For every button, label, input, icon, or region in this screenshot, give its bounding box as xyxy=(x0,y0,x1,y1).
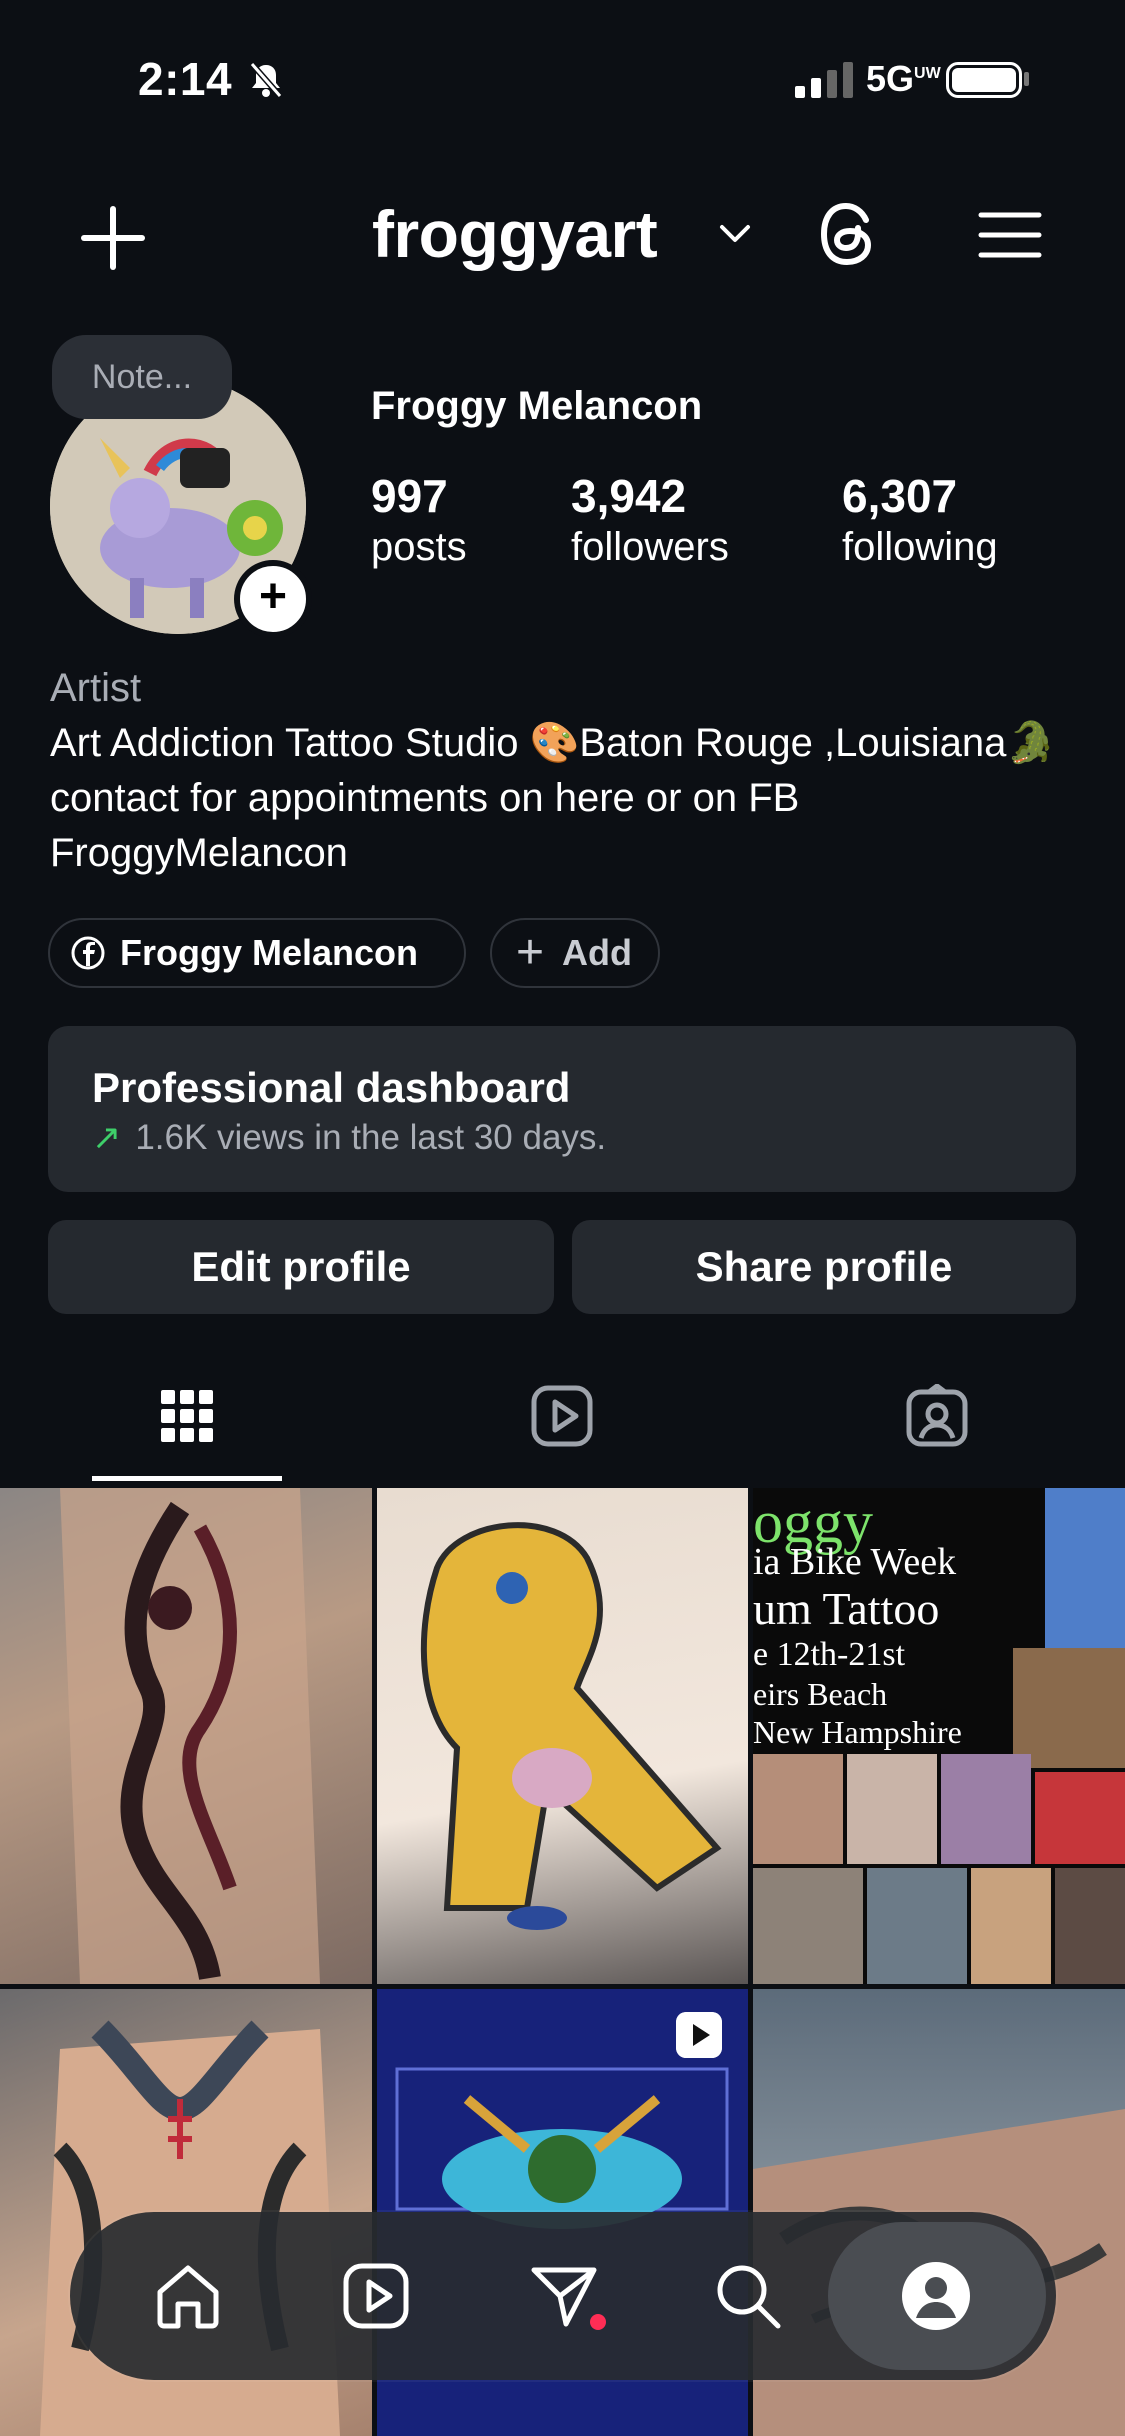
poster-tile xyxy=(971,1868,1051,1984)
poster-tile xyxy=(1055,1868,1125,1984)
stat-followers[interactable]: 3,942 followers xyxy=(571,470,729,572)
create-plus-icon[interactable] xyxy=(80,205,146,271)
stat-following[interactable]: 6,307 following xyxy=(842,470,998,572)
poster-tile xyxy=(1013,1648,1125,1768)
facebook-icon xyxy=(71,936,105,970)
reels-icon[interactable] xyxy=(530,1384,594,1448)
poster-line: e 12th-21st xyxy=(753,1636,906,1673)
poster-line: eirs Beach xyxy=(753,1676,888,1712)
tagged-icon[interactable] xyxy=(905,1384,969,1448)
full-name: Froggy Melancon xyxy=(371,384,703,428)
post-thumbnail-poster[interactable]: oggy ia Bike Week um Tattoo e 12th-21st … xyxy=(753,1488,1125,1984)
battery-icon xyxy=(946,62,1022,98)
notification-dot xyxy=(590,2314,606,2330)
poster-tile xyxy=(753,1868,863,1984)
poster-line: ia Bike Week xyxy=(753,1541,957,1583)
bio-text: Art Addiction Tattoo Studio 🎨Baton Rouge… xyxy=(50,721,1057,875)
grid-icon[interactable] xyxy=(155,1384,219,1448)
tattoo-image xyxy=(60,1488,320,1984)
search-icon[interactable] xyxy=(712,2260,784,2332)
poster-tile xyxy=(941,1754,1031,1864)
add-link-chip[interactable]: + Add xyxy=(490,918,660,988)
add-story-button[interactable]: + xyxy=(234,560,312,638)
post-thumbnail[interactable] xyxy=(377,1488,748,1984)
facebook-link-chip[interactable]: Froggy Melancon xyxy=(48,918,466,988)
status-time: 2:14 xyxy=(138,53,233,105)
add-link-label: Add xyxy=(562,932,632,973)
post-thumbnail[interactable] xyxy=(0,1488,372,1984)
note-bubble[interactable]: Note... xyxy=(52,335,232,419)
menu-icon[interactable] xyxy=(978,210,1042,260)
trend-up-icon: ↗ xyxy=(92,1118,122,1157)
reel-badge-icon xyxy=(676,2012,722,2058)
battery-tip xyxy=(1024,72,1029,86)
profile-icon[interactable] xyxy=(900,2260,972,2332)
signal-icon xyxy=(795,62,859,98)
poster-tile xyxy=(867,1868,967,1984)
tattoo-image xyxy=(420,1522,722,1930)
poster-line: um Tattoo xyxy=(753,1583,940,1634)
edit-profile-button[interactable]: Edit profile xyxy=(48,1220,554,1314)
reels-icon[interactable] xyxy=(340,2260,412,2332)
poster-tile xyxy=(847,1754,937,1864)
poster-line: New Hampshire xyxy=(753,1714,962,1750)
plus-icon: + xyxy=(516,926,545,979)
poster-tile xyxy=(1045,1488,1125,1648)
category-label: Artist xyxy=(50,666,142,710)
home-icon[interactable] xyxy=(152,2260,224,2332)
dashboard-title: Professional dashboard xyxy=(92,1064,571,1111)
poster-tile xyxy=(1035,1772,1125,1864)
tab-selected-indicator xyxy=(92,1476,282,1481)
share-profile-button[interactable]: Share profile xyxy=(572,1220,1076,1314)
threads-icon[interactable] xyxy=(816,200,880,268)
facebook-link-label: Froggy Melancon xyxy=(120,932,419,973)
chevron-down-icon[interactable] xyxy=(718,222,752,246)
network-label: 5GUW xyxy=(866,58,941,99)
dashboard-subtitle: ↗ 1.6K views in the last 30 days. xyxy=(92,1118,607,1157)
username-switcher[interactable]: froggyart xyxy=(372,196,658,272)
poster-tile xyxy=(753,1754,843,1864)
bell-muted-icon xyxy=(249,62,283,98)
stat-posts[interactable]: 997 posts xyxy=(371,470,467,572)
